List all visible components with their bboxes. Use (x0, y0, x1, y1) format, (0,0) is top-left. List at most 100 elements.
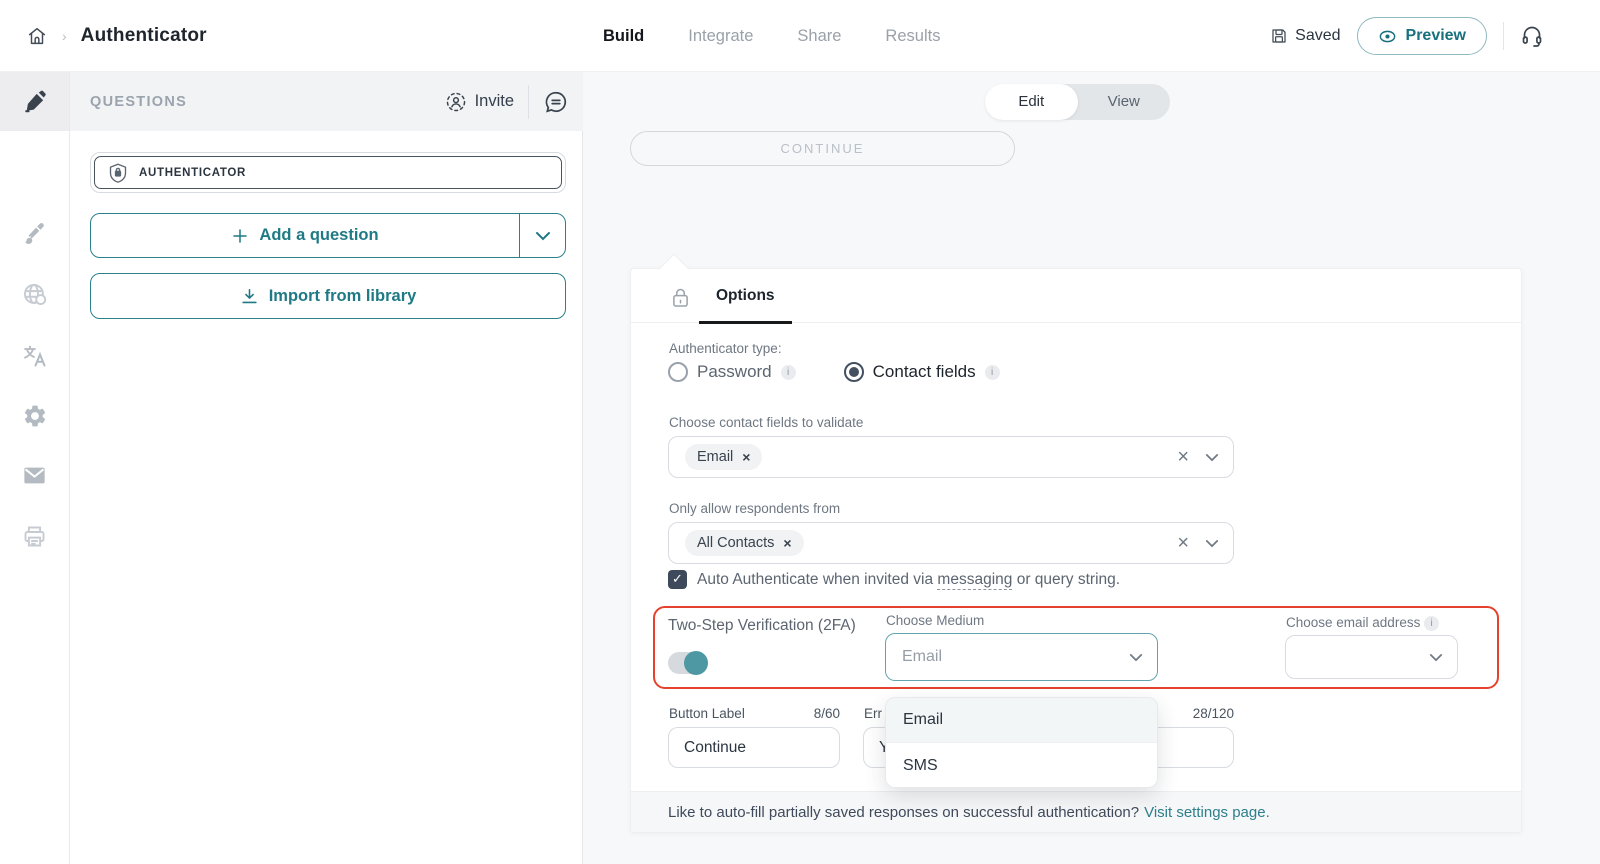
chevron-down-icon[interactable] (1205, 453, 1219, 462)
paint-brush-icon (22, 220, 48, 246)
medium-dropdown-menu: Email SMS (885, 697, 1158, 788)
add-question-button[interactable]: Add a question (90, 213, 566, 258)
eye-icon (1378, 27, 1397, 46)
radio-contact-fields-circle[interactable] (844, 362, 864, 382)
chip-remove-icon[interactable]: × (742, 450, 750, 464)
radio-password[interactable]: Password i (668, 362, 796, 382)
floppy-save-icon (1270, 27, 1288, 45)
gear-icon (22, 403, 48, 429)
breadcrumb: › Authenticator (26, 0, 207, 72)
tab-options[interactable]: Options (699, 269, 792, 323)
invite-label: Invite (475, 92, 514, 111)
contact-fields-label: Choose contact fields to validate (669, 415, 863, 430)
chevron-down-icon[interactable] (1205, 539, 1219, 548)
chip-all-contacts: All Contacts × (685, 530, 804, 556)
add-question-dropdown-toggle[interactable] (519, 214, 565, 257)
nav-tab-build[interactable]: Build (603, 27, 644, 46)
nav-tab-results[interactable]: Results (885, 27, 940, 46)
chip-all-contacts-label: All Contacts (697, 535, 774, 551)
auth-type-label: Authenticator type: (669, 341, 782, 356)
info-icon[interactable]: i (985, 365, 1000, 380)
top-header: › Authenticator Build Integrate Share Re… (0, 0, 1600, 72)
respondents-select[interactable]: All Contacts × × (668, 522, 1234, 564)
globe-icon (21, 281, 48, 308)
headset-support-icon[interactable] (1520, 24, 1544, 48)
twofa-label: Two-Step Verification (2FA) (668, 617, 856, 635)
rail-item-language[interactable] (0, 265, 69, 324)
questions-panel-header: QUESTIONS Invite (70, 72, 583, 131)
auth-type-radios: Password i Contact fields i (668, 362, 1000, 382)
chip-remove-icon[interactable]: × (783, 536, 791, 550)
button-label-input[interactable] (668, 727, 840, 768)
build-canvas: Edit View CONTINUE Options Authenticator… (583, 72, 1600, 864)
options-tab-row: Options (631, 269, 1521, 323)
dropdown-option-sms[interactable]: SMS (886, 743, 1157, 788)
radio-contact-fields-label: Contact fields (873, 362, 976, 382)
twofa-toggle[interactable] (668, 652, 706, 674)
radio-password-label: Password (697, 362, 772, 382)
header-divider (1503, 22, 1504, 50)
add-question-label: Add a question (259, 226, 378, 245)
chevron-down-icon[interactable] (1129, 653, 1143, 662)
info-icon[interactable]: i (1424, 616, 1439, 631)
visit-settings-link[interactable]: Visit settings page. (1144, 804, 1270, 821)
rail-item-build-questions[interactable] (0, 72, 69, 131)
options-card-footer: Like to auto-fill partially saved respon… (631, 791, 1521, 832)
contact-fields-select[interactable]: Email × × (668, 436, 1234, 478)
invite-button[interactable]: Invite (445, 91, 514, 113)
nav-tab-integrate[interactable]: Integrate (688, 27, 753, 46)
dropdown-option-email[interactable]: Email (886, 698, 1157, 743)
chevron-right-icon: › (62, 28, 67, 44)
rail-item-settings[interactable] (0, 386, 69, 445)
select-clear-icon[interactable]: × (1177, 533, 1189, 553)
auto-authenticate-row: ✓ Auto Authenticate when invited via mes… (668, 570, 1120, 589)
edit-view-toggle: Edit View (985, 84, 1170, 120)
error-message-title: Err (864, 706, 882, 721)
chevron-down-icon[interactable] (1429, 653, 1443, 662)
shield-lock-icon (108, 162, 128, 184)
comments-chat-icon[interactable] (543, 89, 569, 115)
nav-tab-share[interactable]: Share (797, 27, 841, 46)
download-icon (240, 287, 259, 306)
choose-email-select[interactable] (1285, 635, 1458, 679)
button-label-counter: 8/60 (776, 706, 840, 721)
pen-edit-icon (22, 89, 48, 115)
info-icon[interactable]: i (781, 365, 796, 380)
rail-item-print[interactable] (0, 507, 69, 566)
survey-continue-button[interactable]: CONTINUE (630, 131, 1015, 166)
preview-button[interactable]: Preview (1357, 17, 1487, 55)
chip-email-label: Email (697, 449, 733, 465)
button-label-title: Button Label (669, 706, 745, 721)
import-from-library-button[interactable]: Import from library (90, 273, 566, 319)
toggle-edit[interactable]: Edit (985, 84, 1078, 120)
header-actions: Saved Preview (1270, 0, 1544, 72)
questions-panel: QUESTIONS Invite AUTHENTICATOR A (70, 72, 583, 864)
import-library-label: Import from library (269, 287, 417, 306)
respondents-label: Only allow respondents from (669, 501, 840, 516)
options-card: Options Authenticator type: Password i C… (630, 268, 1522, 833)
app-window: › Authenticator Build Integrate Share Re… (0, 0, 1600, 864)
rail-item-design[interactable] (0, 203, 69, 262)
lock-icon (672, 287, 689, 308)
rail-item-translate[interactable] (0, 326, 69, 385)
auto-authenticate-checkbox[interactable]: ✓ (668, 570, 687, 589)
toggle-knob (684, 651, 708, 675)
chevron-down-icon (535, 231, 551, 241)
radio-password-circle[interactable] (668, 362, 688, 382)
preview-label: Preview (1406, 27, 1466, 45)
messaging-term[interactable]: messaging (937, 571, 1012, 590)
home-icon[interactable] (26, 25, 48, 47)
footer-text: Like to auto-fill partially saved respon… (668, 804, 1139, 821)
select-clear-icon[interactable]: × (1177, 447, 1189, 467)
question-item-label: AUTHENTICATOR (139, 167, 246, 179)
invite-person-icon (445, 91, 467, 113)
left-icon-rail (0, 72, 70, 864)
toggle-view[interactable]: View (1078, 84, 1171, 120)
printer-icon (21, 523, 48, 550)
error-message-counter: 28/120 (1170, 706, 1234, 721)
choose-medium-select[interactable]: Email (885, 633, 1158, 681)
question-item-authenticator[interactable]: AUTHENTICATOR (90, 152, 566, 193)
chip-email: Email × (685, 444, 762, 470)
rail-item-email[interactable] (0, 446, 69, 505)
radio-contact-fields[interactable]: Contact fields i (844, 362, 1000, 382)
